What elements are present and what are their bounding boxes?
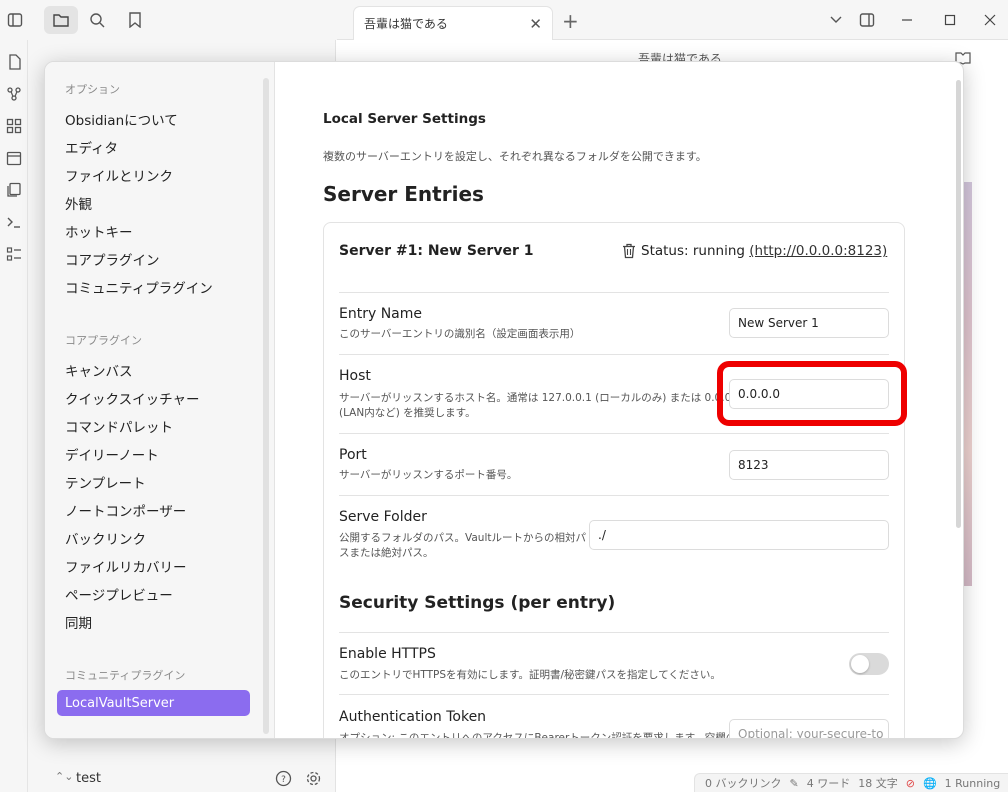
canvas-icon[interactable] <box>4 116 24 136</box>
pencil-icon[interactable]: ✎ <box>790 777 799 790</box>
server-status: Status: running (http://0.0.0.0:8123) <box>641 243 887 259</box>
bookmark-icon[interactable] <box>124 9 146 31</box>
open-quick-switcher-icon[interactable] <box>4 52 24 72</box>
templates-icon[interactable] <box>4 180 24 200</box>
files-icon[interactable] <box>44 6 78 34</box>
server-running-status[interactable]: 1 Running <box>945 777 1001 790</box>
nav-item-community-plugins[interactable]: コミュニティプラグイン <box>65 277 213 297</box>
nav-item-canvas[interactable]: キャンバス <box>65 360 133 380</box>
settings-modal: オプション Obsidianについて エディタ ファイルとリンク 外観 ホットキ… <box>44 61 964 739</box>
divider <box>339 495 889 496</box>
tab-title: 吾輩は猫である <box>364 17 448 31</box>
divider <box>339 433 889 434</box>
toggle-knob <box>851 655 869 673</box>
divider <box>339 632 889 633</box>
nav-item-page-preview[interactable]: ページプレビュー <box>65 584 173 604</box>
nav-item-files-links[interactable]: ファイルとリンク <box>65 165 173 185</box>
serve-folder-input[interactable]: ./ <box>589 520 889 550</box>
settings-heading: Local Server Settings <box>323 111 486 127</box>
nav-item-daily-notes[interactable]: デイリーノート <box>65 444 159 464</box>
globe-icon: 🌐 <box>922 776 937 790</box>
divider <box>339 354 889 355</box>
status-bar: 0 バックリンク ✎ 4 ワード 18 文字 ⊘ 🌐 1 Running <box>694 773 1008 792</box>
right-sidebar-toggle-icon[interactable] <box>857 10 877 30</box>
vault-switch-icon[interactable]: ⌃⌄ <box>55 770 73 783</box>
serve-folder-desc-line2: スまたは絶対パス。 <box>339 547 434 559</box>
settings-sidebar: オプション Obsidianについて エディタ ファイルとリンク 外観 ホットキ… <box>45 62 275 738</box>
server-status-text: Status: running <box>641 243 750 259</box>
nav-heading-options: オプション <box>65 83 120 96</box>
settings-content: Local Server Settings 複数のサーバーエントリを設定し、それ… <box>276 62 963 739</box>
note-image-strip <box>964 182 972 586</box>
host-desc-line2: (LAN内など) を推奨します。 <box>339 407 476 419</box>
vault-name[interactable]: test <box>76 771 101 786</box>
nav-item-editor[interactable]: エディタ <box>65 137 118 157</box>
divider <box>339 694 889 695</box>
divider <box>339 292 889 293</box>
https-label: Enable HTTPS <box>339 646 436 662</box>
nav-item-backlinks[interactable]: バックリンク <box>65 528 146 548</box>
settings-description: 複数のサーバーエントリを設定し、それぞれ異なるフォルダを公開できます。 <box>323 150 707 163</box>
nav-item-hotkeys[interactable]: ホットキー <box>65 221 133 241</box>
chevron-down-icon[interactable] <box>826 10 846 30</box>
highlight-box <box>717 361 907 426</box>
search-icon[interactable] <box>86 9 108 31</box>
backlinks-count[interactable]: 0 バックリンク <box>705 775 782 791</box>
nav-item-quick-switcher[interactable]: クイックスイッチャー <box>65 388 199 408</box>
nav-item-localvaultserver[interactable]: LocalVaultServer <box>57 690 250 716</box>
sync-error-icon[interactable]: ⊘ <box>906 777 915 790</box>
port-desc: サーバーがリッスンするポート番号。 <box>339 469 518 481</box>
nav-item-about[interactable]: Obsidianについて <box>65 109 178 129</box>
serve-folder-desc-line1: 公開するフォルダのパス。Vaultルートからの相対パ <box>339 532 586 544</box>
port-input[interactable]: 8123 <box>729 450 889 480</box>
server-title: Server #1: New Server 1 <box>339 243 534 259</box>
gear-icon[interactable] <box>304 769 322 787</box>
calendar-icon[interactable] <box>4 148 24 168</box>
svg-text:?: ? <box>281 775 286 785</box>
nav-item-core-plugins[interactable]: コアプラグイン <box>65 249 160 269</box>
nav-item-file-recovery[interactable]: ファイルリカバリー <box>65 556 187 576</box>
terminal-icon[interactable] <box>4 212 24 232</box>
content-scrollbar[interactable] <box>956 80 961 528</box>
help-icon[interactable]: ? <box>274 769 292 787</box>
graph-view-icon[interactable] <box>4 84 24 104</box>
auth-token-label: Authentication Token <box>339 709 487 725</box>
word-count: 4 ワード <box>806 777 851 790</box>
port-label: Port <box>339 447 367 463</box>
nav-item-sync[interactable]: 同期 <box>65 612 92 632</box>
maximize-icon[interactable] <box>940 10 960 30</box>
https-toggle[interactable] <box>849 653 889 675</box>
trash-icon[interactable] <box>621 242 637 260</box>
security-settings-heading: Security Settings (per entry) <box>339 593 616 613</box>
nav-item-templates[interactable]: テンプレート <box>65 472 146 492</box>
window-close-icon[interactable] <box>980 10 1000 30</box>
entry-name-label: Entry Name <box>339 306 423 322</box>
sidebar-toggle-icon[interactable] <box>4 9 26 31</box>
nav-item-appearance[interactable]: 外観 <box>65 193 92 213</box>
server-entries-heading: Server Entries <box>323 182 484 206</box>
list-icon[interactable] <box>4 244 24 264</box>
nav-item-note-composer[interactable]: ノートコンポーザー <box>65 500 186 520</box>
auth-token-input[interactable]: Optional: your-secure-to <box>729 719 889 738</box>
new-tab-icon[interactable]: + <box>562 9 579 33</box>
server-url-link[interactable]: (http://0.0.0.0:8123) <box>749 243 887 259</box>
https-desc: このエントリでHTTPSを有効にします。証明書/秘密鍵パスを指定してください。 <box>339 669 721 681</box>
host-label: Host <box>339 368 371 384</box>
auth-token-desc: オプション: このエントリへのアクセスにBearerトークン認証を要求します。空… <box>339 732 747 739</box>
host-desc-line1: サーバーがリッスンするホスト名。通常は 127.0.0.1 (ローカルのみ) ま… <box>339 392 742 404</box>
close-icon[interactable]: ✕ <box>529 15 542 33</box>
char-count: 18 文字 <box>858 777 898 790</box>
nav-heading-core-plugins: コアプラグイン <box>65 334 142 347</box>
tab-document[interactable]: 吾輩は猫である ✕ <box>353 6 553 40</box>
entry-name-desc: このサーバーエントリの識別名（設定画面表示用） <box>339 328 581 340</box>
nav-item-command-palette[interactable]: コマンドパレット <box>65 416 173 436</box>
entry-name-input[interactable]: New Server 1 <box>729 308 889 338</box>
serve-folder-label: Serve Folder <box>339 509 427 525</box>
sidebar-scrollbar[interactable] <box>263 78 269 734</box>
minimize-icon[interactable] <box>897 10 917 30</box>
nav-heading-community-plugins: コミュニティプラグイン <box>65 669 186 682</box>
